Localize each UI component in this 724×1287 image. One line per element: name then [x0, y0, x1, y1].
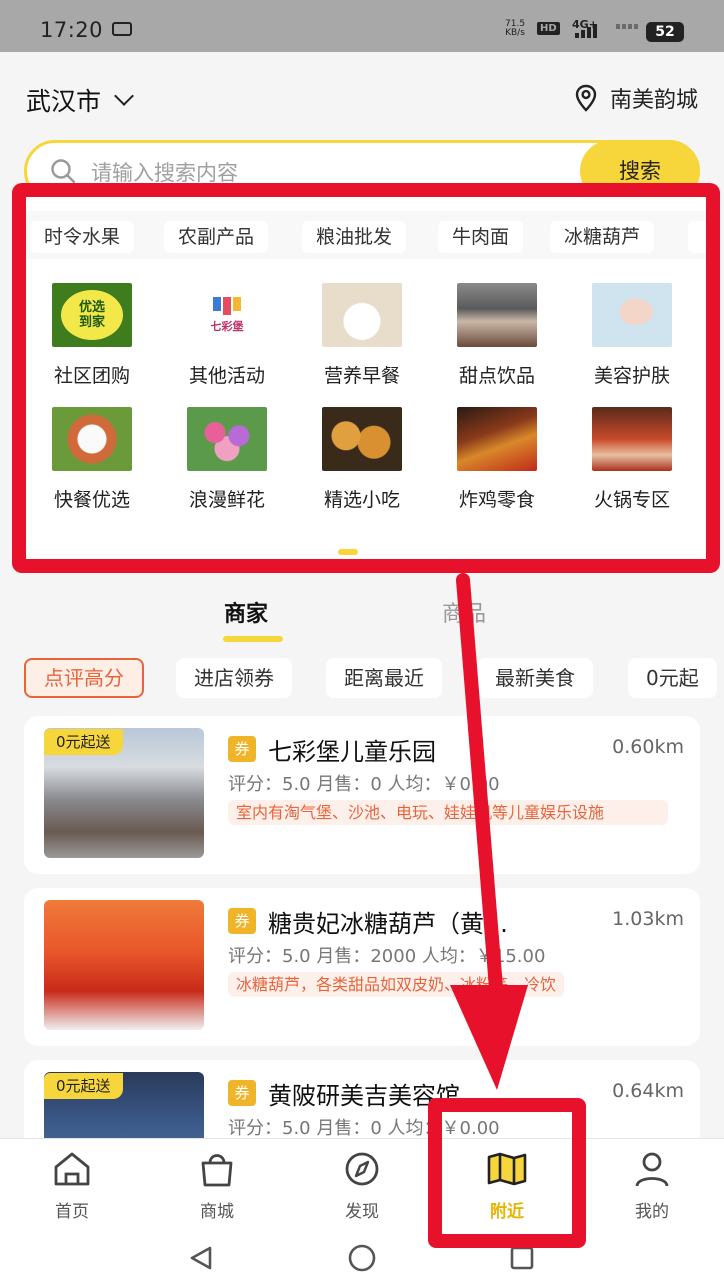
status-time: 17:20 — [40, 18, 104, 42]
quick-chips: 时令水果 农副产品 粮油批发 牛肉面 冰糖葫芦 — [26, 211, 706, 259]
category-label: 浪漫鲜花 — [188, 489, 265, 511]
category-panel: 时令水果 农副产品 粮油批发 牛肉面 冰糖葫芦 优选 到家 社区团购 七彩堡 其他… — [12, 183, 720, 573]
merchant-desc: 冰糖葫芦，各类甜品如双皮奶、冰粉等、冷饮 — [228, 972, 565, 997]
filter-chip-free-delivery[interactable]: 0元起 — [628, 658, 717, 698]
battery-icon: 52 — [646, 22, 684, 42]
merchant-card[interactable]: 券 糖贵妃冰糖葫芦（黄… 1.03km 评分：5.0 月售：2000 人均：￥1… — [24, 888, 700, 1046]
fried-chicken-icon — [457, 407, 537, 471]
system-nav-bar — [0, 1230, 724, 1287]
quick-chip[interactable]: 粮油批发 — [302, 221, 407, 253]
status-bar: 17:20 71.5 KB/s HD 4G+ 52 — [0, 0, 724, 52]
merchant-thumbnail — [44, 900, 204, 1030]
breakfast-icon — [322, 283, 402, 347]
merchant-distance: 0.60km — [612, 736, 684, 758]
dessert-icon — [457, 283, 537, 347]
filter-chip-newest[interactable]: 最新美食 — [477, 658, 593, 698]
category-label: 社区团购 — [53, 365, 130, 387]
category-label: 其他活动 — [188, 365, 265, 387]
category-label: 美容护肤 — [593, 365, 670, 387]
merchant-name: 糖贵妃冰糖葫芦（黄… — [268, 910, 508, 938]
category-label: 火锅专区 — [593, 489, 670, 511]
category-item[interactable]: 快餐优选 — [32, 407, 152, 512]
merchant-card[interactable]: 0元起送 券 黄陂研美吉美容馆 0.64km 评分：5.0 月售：0 人均：￥0… — [24, 1060, 700, 1138]
merchant-card[interactable]: 0元起送 券 七彩堡儿童乐园 0.60km 评分：5.0 月售：0 人均：￥0.… — [24, 716, 700, 874]
signal-icon — [575, 24, 597, 38]
location-pin-icon — [575, 84, 597, 112]
city-name: 武汉市 — [26, 87, 102, 116]
category-label: 精选小吃 — [323, 489, 400, 511]
merchant-meta: 评分：5.0 月售：0 人均：￥0.00 — [228, 774, 500, 795]
delivery-badge: 0元起送 — [44, 1073, 123, 1099]
home-icon — [54, 1152, 90, 1186]
coupon-icon: 券 — [228, 736, 256, 762]
nav-me[interactable]: 我的 — [602, 1149, 702, 1222]
merchant-meta: 评分：5.0 月售：2000 人均：￥15.00 — [228, 946, 546, 967]
filter-chip-coupons[interactable]: 进店领券 — [176, 658, 292, 698]
merchant-desc: 室内有淘气堡、沙池、电玩、娃娃机等儿童娱乐设施 — [228, 800, 668, 825]
category-item[interactable]: 七彩堡 其他活动 — [167, 283, 287, 388]
bottom-nav: 首页 商城 发现 附近 我的 — [0, 1138, 724, 1230]
category-label: 甜点饮品 — [458, 365, 535, 387]
quick-chip[interactable]: 牛肉面 — [438, 221, 524, 253]
category-item[interactable]: 甜点饮品 — [437, 283, 557, 388]
highlight-box — [428, 1098, 586, 1248]
nav-home[interactable]: 首页 — [22, 1149, 122, 1222]
header: 武汉市 南美韵城 — [0, 52, 724, 142]
city-selector[interactable]: 武汉市 — [26, 82, 134, 118]
location-selector[interactable]: 南美韵城 — [574, 82, 698, 114]
category-label: 炸鸡零食 — [458, 489, 535, 511]
filter-chip-top-rated[interactable]: 点评高分 — [24, 658, 144, 698]
recents-icon[interactable] — [508, 1244, 536, 1272]
merchant-name: 七彩堡儿童乐园 — [268, 738, 436, 766]
category-item[interactable]: 火锅专区 — [572, 407, 692, 512]
notification-icon — [112, 22, 132, 36]
home-circle-icon[interactable] — [346, 1242, 378, 1274]
filter-bar: 点评高分 进店领券 距离最近 最新美食 0元起 — [0, 658, 724, 702]
quick-chip[interactable]: 农副产品 — [164, 221, 269, 253]
flowers-icon — [187, 407, 267, 471]
nav-discover[interactable]: 发现 — [312, 1149, 412, 1222]
community-groupbuy-icon: 优选 到家 — [52, 283, 132, 347]
category-item[interactable]: 优选 到家 社区团购 — [32, 283, 152, 388]
hotpot-icon — [592, 407, 672, 471]
page-indicator — [338, 549, 358, 555]
chevron-down-icon — [114, 86, 134, 106]
tab-merchants[interactable]: 商家 — [224, 596, 268, 628]
nav-mall[interactable]: 商城 — [167, 1149, 267, 1222]
merchant-distance: 0.64km — [612, 1080, 684, 1102]
snacks-icon — [322, 407, 402, 471]
category-item[interactable]: 精选小吃 — [302, 407, 422, 512]
page: 武汉市 南美韵城 请输入搜索内容 搜索 时令水果 农副产品 粮油批发 牛肉面 冰… — [0, 52, 724, 1138]
quick-chip[interactable]: 冰糖葫芦 — [550, 221, 655, 253]
tab-products[interactable]: 商品 — [442, 596, 486, 628]
shopping-bag-icon — [201, 1154, 233, 1187]
net-speed: 71.5 KB/s — [505, 19, 526, 38]
fastfood-icon — [52, 407, 132, 471]
quick-chip-overflow[interactable] — [688, 221, 706, 253]
other-activities-icon: 七彩堡 — [187, 283, 267, 347]
category-item[interactable]: 炸鸡零食 — [437, 407, 557, 512]
coupon-icon: 券 — [228, 908, 256, 934]
merchant-distance: 1.03km — [612, 908, 684, 930]
tab-underline — [223, 636, 283, 642]
search-icon — [51, 159, 76, 184]
signal-icon-2 — [616, 24, 638, 29]
coupon-icon: 券 — [228, 1080, 256, 1106]
category-item[interactable]: 美容护肤 — [572, 283, 692, 388]
user-icon — [635, 1152, 669, 1187]
filter-chip-nearest[interactable]: 距离最近 — [326, 658, 442, 698]
quick-chip[interactable]: 时令水果 — [30, 221, 135, 253]
tab-bar: 商家 商品 — [0, 582, 724, 642]
delivery-badge: 0元起送 — [44, 729, 123, 755]
category-item[interactable]: 浪漫鲜花 — [167, 407, 287, 512]
beauty-icon — [592, 283, 672, 347]
category-label: 快餐优选 — [53, 489, 130, 511]
hd-icon: HD — [537, 22, 560, 35]
category-item[interactable]: 营养早餐 — [302, 283, 422, 388]
location-name: 南美韵城 — [609, 88, 698, 113]
compass-icon — [345, 1152, 379, 1186]
category-label: 营养早餐 — [323, 365, 400, 387]
back-icon[interactable] — [186, 1244, 216, 1272]
